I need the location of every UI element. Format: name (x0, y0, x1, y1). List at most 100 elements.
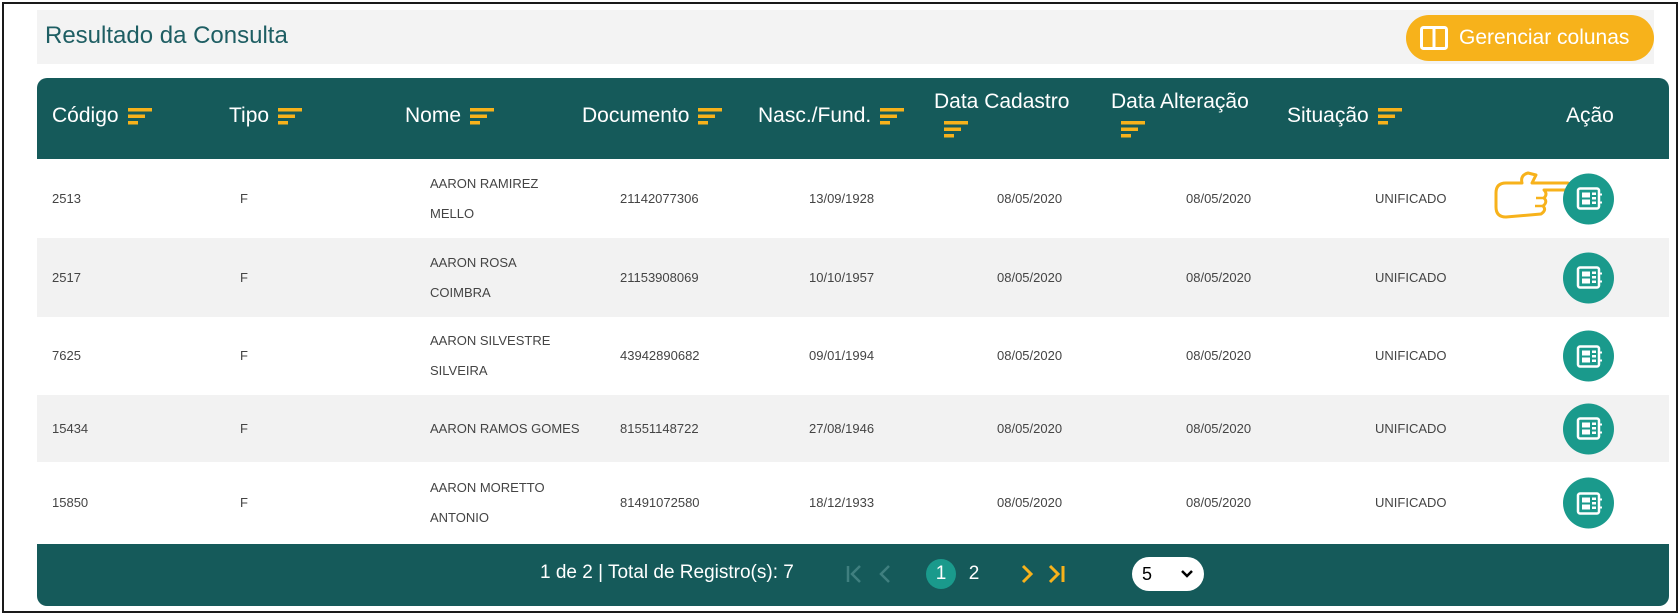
cell-codigo: 15850 (52, 495, 89, 510)
table-row: 2513 F AARON RAMIREZ MELLO 21142077306 1… (37, 159, 1669, 238)
cell-documento: 81551148722 (620, 420, 699, 436)
results-table: Código Tipo Nome Documento Nasc./Fund. D… (37, 78, 1669, 606)
sort-icon[interactable] (944, 120, 968, 138)
previous-page-icon[interactable] (875, 562, 897, 586)
page-title: Resultado da Consulta (45, 22, 288, 49)
cell-tipo: F (240, 495, 248, 510)
cell-nome-line2: ANTONIO (430, 510, 489, 525)
table-header: Código Tipo Nome Documento Nasc./Fund. D… (37, 78, 1669, 159)
cell-nome-line1: AARON ROSA (430, 254, 517, 270)
cell-nome-line1: AARON RAMIREZ (430, 175, 539, 191)
sort-icon[interactable] (698, 107, 723, 125)
pointing-hand-icon (1494, 171, 1572, 219)
sort-icon[interactable] (127, 107, 152, 125)
column-header-acao: Ação (1566, 104, 1614, 127)
sort-icon[interactable] (278, 107, 303, 125)
cell-codigo: 7625 (52, 348, 81, 363)
cell-codigo: 2517 (52, 269, 81, 285)
column-header-data-cadastro[interactable]: Data Cadastro (934, 90, 1069, 138)
column-header-codigo[interactable]: Código (52, 104, 152, 128)
details-card-icon (1576, 417, 1602, 440)
cell-nome-line1: AARON RAMOS GOMES (430, 420, 580, 436)
sort-icon[interactable] (880, 107, 905, 125)
chevron-down-icon (1181, 570, 1193, 578)
page-2-button[interactable]: 2 (959, 559, 989, 589)
view-details-button[interactable] (1563, 403, 1614, 454)
table-row: 7625 F AARON SILVESTRE SILVEIRA 43942890… (37, 317, 1669, 395)
last-page-icon[interactable] (1045, 562, 1067, 586)
cell-data-cadastro: 08/05/2020 (997, 420, 1063, 436)
app-frame: Resultado da Consulta Gerenciar colunas … (2, 2, 1678, 613)
cell-nome: AARON ROSA COIMBRA (430, 248, 600, 308)
cell-data-cadastro: 08/05/2020 (997, 190, 1063, 206)
cell-documento: 81491072580 (620, 495, 700, 510)
page-size-select[interactable]: 5 (1132, 557, 1204, 591)
column-header-nome[interactable]: Nome (405, 104, 495, 128)
cell-data-alteracao: 08/05/2020 (1186, 495, 1252, 510)
cell-nome-line2: SILVEIRA (430, 363, 488, 378)
details-card-icon (1576, 491, 1602, 515)
pagination-bar: 1 de 2 | Total de Registro(s): 7 1 2 5 (37, 544, 1669, 606)
cell-nasc-fund: 09/01/1994 (809, 348, 875, 363)
cell-data-cadastro: 08/05/2020 (997, 348, 1063, 363)
page-1-button[interactable]: 1 (926, 559, 956, 589)
cell-documento: 21153908069 (620, 269, 699, 285)
cell-nasc-fund: 18/12/1933 (809, 495, 875, 510)
table-row: 15850 F AARON MORETTO ANTONIO 8149107258… (37, 462, 1669, 544)
table-row: 2517 F AARON ROSA COIMBRA 21153908069 10… (37, 238, 1669, 317)
details-card-icon (1576, 266, 1602, 289)
cell-codigo: 15434 (52, 420, 89, 436)
cell-situacao: UNIFICADO (1375, 190, 1447, 206)
cell-situacao: UNIFICADO (1375, 495, 1447, 510)
view-details-button[interactable] (1563, 477, 1614, 529)
cell-situacao: UNIFICADO (1375, 420, 1447, 436)
sort-icon[interactable] (1377, 107, 1402, 125)
cell-data-cadastro: 08/05/2020 (997, 495, 1063, 510)
cell-nome-line1: AARON SILVESTRE (430, 333, 551, 348)
cell-nome-line1: AARON MORETTO (430, 480, 545, 495)
cell-nome: AARON RAMOS GOMES (430, 414, 630, 444)
column-header-data-alteracao[interactable]: Data Alteração (1111, 90, 1249, 138)
cell-tipo: F (240, 190, 248, 206)
cell-data-alteracao: 08/05/2020 (1186, 269, 1252, 285)
view-details-button[interactable] (1563, 252, 1614, 303)
sort-icon[interactable] (1121, 120, 1145, 138)
column-header-documento[interactable]: Documento (582, 104, 723, 128)
cell-documento: 21142077306 (620, 190, 699, 206)
results-header-bar: Resultado da Consulta Gerenciar colunas (37, 10, 1654, 64)
cell-documento: 43942890682 (620, 348, 700, 363)
manage-columns-label: Gerenciar colunas (1459, 26, 1630, 49)
cell-nasc-fund: 10/10/1957 (809, 269, 875, 285)
cell-codigo: 2513 (52, 190, 81, 206)
first-page-icon[interactable] (844, 562, 866, 586)
cell-nome: AARON RAMIREZ MELLO (430, 169, 600, 229)
pagination-summary: 1 de 2 | Total de Registro(s): 7 (540, 562, 794, 583)
cell-nasc-fund: 13/09/1928 (809, 190, 875, 206)
column-header-situacao[interactable]: Situação (1287, 104, 1402, 128)
cell-tipo: F (240, 420, 248, 436)
cell-situacao: UNIFICADO (1375, 348, 1447, 363)
next-page-icon[interactable] (1015, 562, 1037, 586)
cell-situacao: UNIFICADO (1375, 269, 1447, 285)
cell-data-cadastro: 08/05/2020 (997, 269, 1063, 285)
cell-data-alteracao: 08/05/2020 (1186, 348, 1252, 363)
cell-nome-line2: COIMBRA (430, 284, 491, 300)
details-card-icon (1576, 344, 1602, 368)
cell-nome-line2: MELLO (430, 205, 475, 221)
columns-icon (1420, 26, 1448, 50)
cell-nasc-fund: 27/08/1946 (809, 420, 875, 436)
table-row: 15434 F AARON RAMOS GOMES 81551148722 27… (37, 395, 1669, 462)
column-header-tipo[interactable]: Tipo (229, 104, 303, 128)
view-details-button[interactable] (1563, 330, 1614, 382)
view-details-button[interactable] (1563, 173, 1614, 224)
cell-tipo: F (240, 269, 248, 285)
sort-icon[interactable] (470, 107, 495, 125)
cell-nome: AARON SILVESTRE SILVEIRA (430, 326, 600, 386)
cell-tipo: F (240, 348, 248, 363)
cell-nome: AARON MORETTO ANTONIO (430, 473, 600, 533)
details-card-icon (1576, 187, 1602, 210)
cell-data-alteracao: 08/05/2020 (1186, 420, 1252, 436)
manage-columns-button[interactable]: Gerenciar colunas (1406, 15, 1654, 61)
cell-data-alteracao: 08/05/2020 (1186, 190, 1252, 206)
column-header-nasc-fund[interactable]: Nasc./Fund. (758, 104, 905, 128)
